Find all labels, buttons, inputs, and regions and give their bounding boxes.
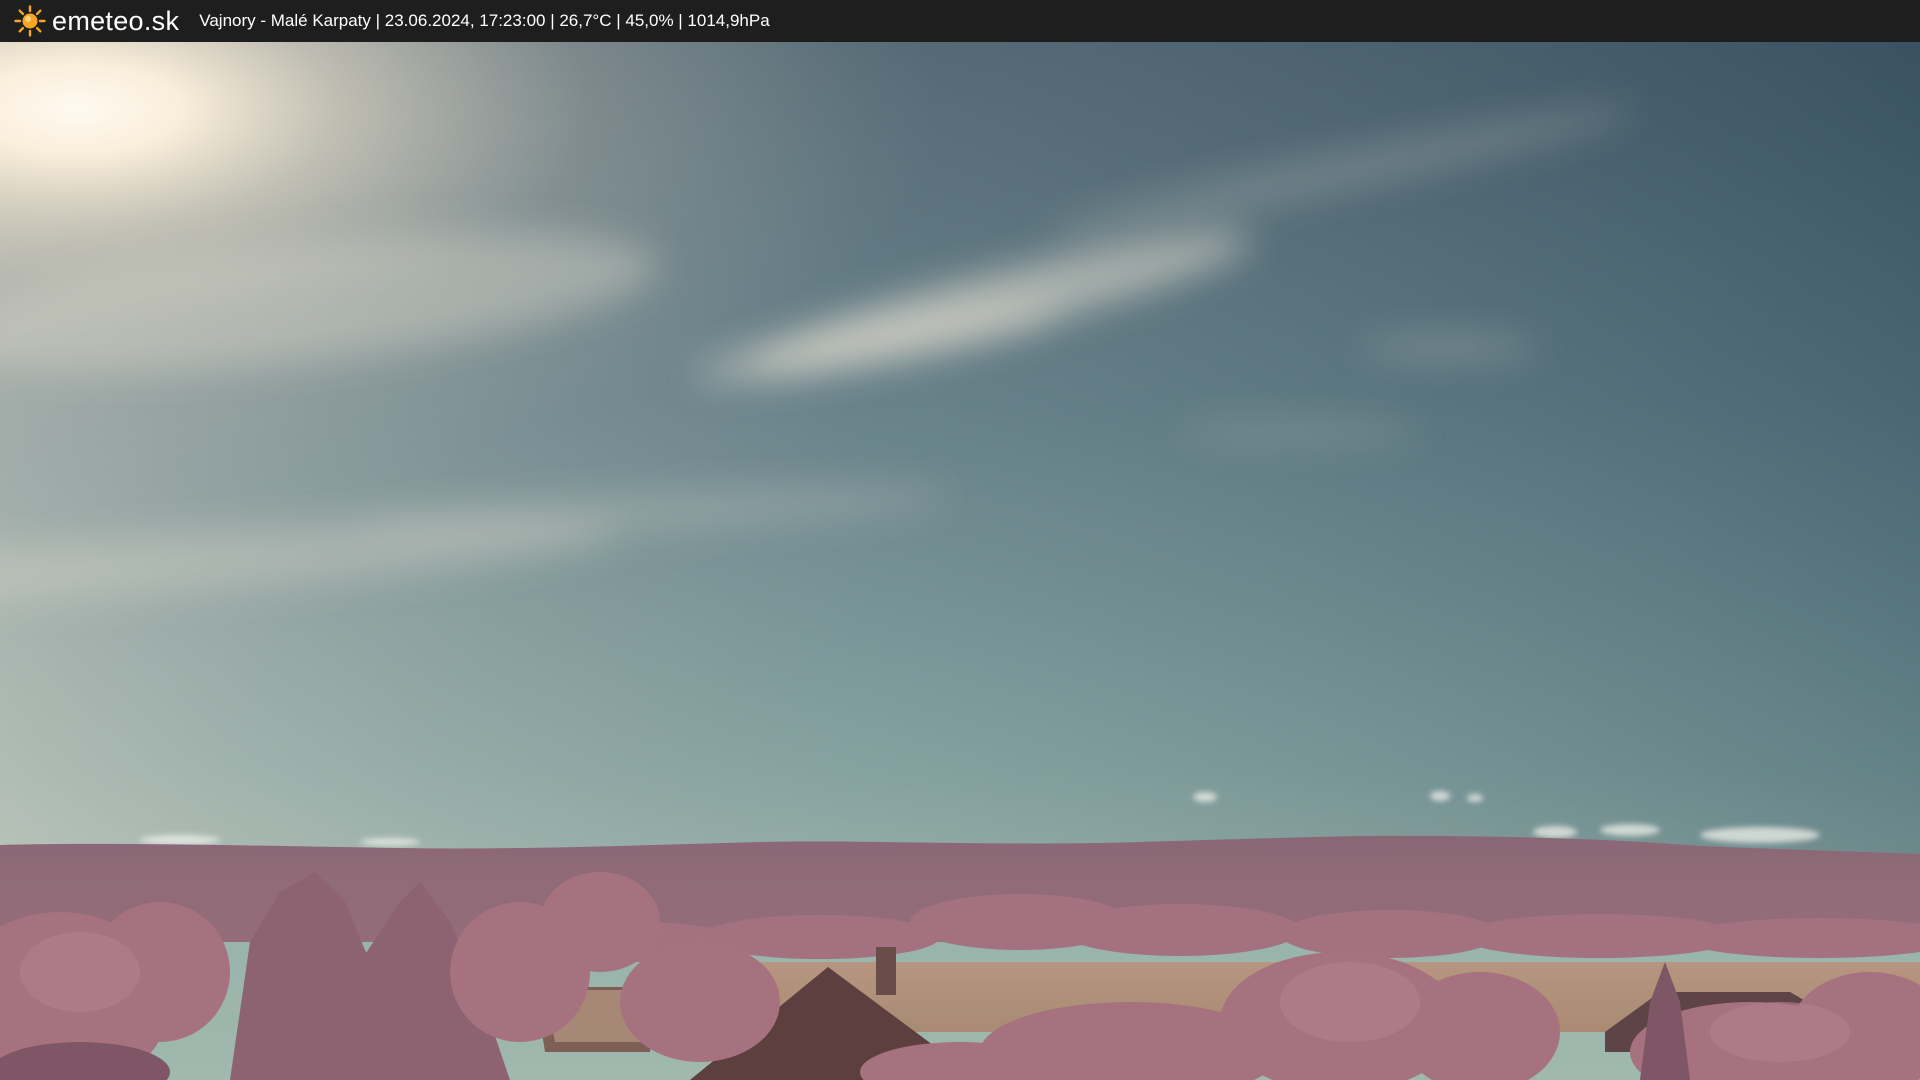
weather-caption: Vajnory - Malé Karpaty | 23.06.2024, 17:…: [199, 11, 770, 30]
caption-bar: emeteo.sk Vajnory - Malé Karpaty | 23.06…: [0, 0, 1920, 42]
site-brand: emeteo.sk: [52, 5, 180, 36]
sun-icon: [14, 5, 46, 37]
webcam-photo: [0, 42, 1920, 1080]
